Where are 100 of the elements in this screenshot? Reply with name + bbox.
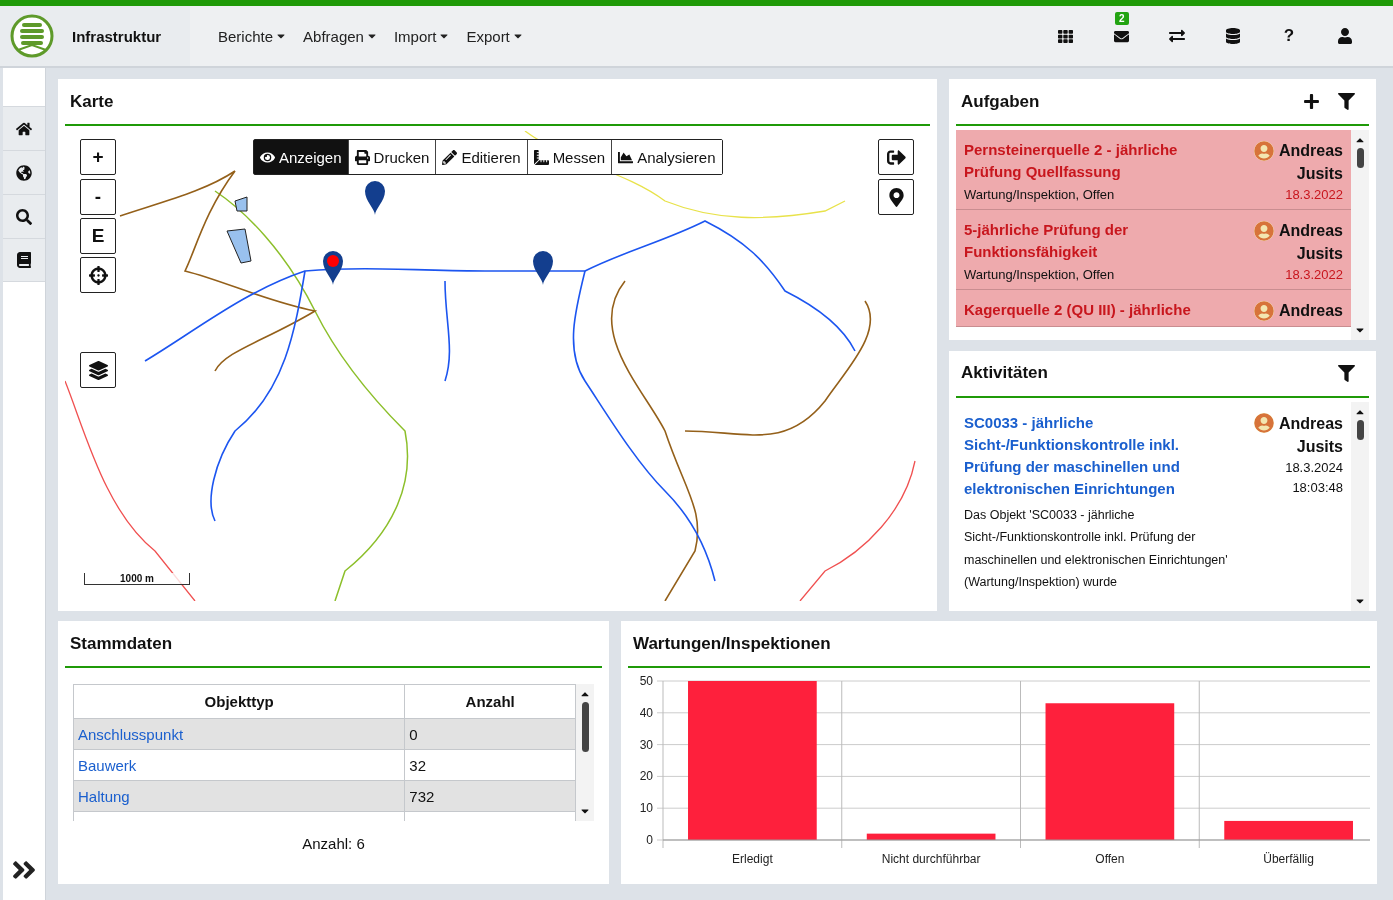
filter-icon — [1338, 93, 1355, 110]
axis-category-label: Überfällig — [1263, 852, 1314, 867]
task-date: 18.3.2022 — [1285, 186, 1343, 204]
activity-link[interactable]: SC0033 - jährliche Sicht-/Funktionskontrolle inkl. Prüfung der maschinellen und elektronischen Einrichtungen — [964, 411, 1237, 500]
menu-dropdown[interactable]: Import — [385, 27, 459, 45]
task-status: Wartung/Inspektion, Offen — [964, 267, 1116, 282]
user-name: Andreas — [1278, 221, 1343, 241]
map-tool-tab[interactable]: Anzeigen — [254, 140, 348, 174]
table-cell: 0 — [404, 718, 576, 750]
arrows-icon — [1169, 28, 1185, 44]
column-header[interactable]: Anzahl — [404, 684, 576, 719]
task-title: Pernsteinerquelle 2 - jährliche Prüfung Quellfassung — [964, 140, 1179, 182]
home-icon — [16, 120, 32, 137]
map-marker-icon[interactable] — [533, 251, 553, 285]
printer-icon — [354, 149, 370, 165]
avatar-icon — [1253, 413, 1274, 434]
menu-dropdown[interactable]: Abfragen — [295, 27, 386, 45]
user-name: Andreas — [1278, 413, 1343, 434]
axis-tick-label: 50 — [639, 674, 653, 689]
book-button[interactable] — [3, 238, 45, 282]
axis-tick-label: 10 — [639, 801, 653, 816]
card-title: Karte — [70, 91, 114, 112]
user-name: Jusits — [1296, 244, 1343, 264]
axis-tick-label: 30 — [639, 737, 653, 752]
globe-icon — [16, 164, 32, 181]
export-button[interactable] — [878, 139, 914, 175]
axis-tick-label: 20 — [639, 769, 653, 784]
add-marker-button[interactable] — [878, 179, 914, 215]
logo-icon — [10, 14, 54, 58]
map-marker-icon[interactable] — [365, 181, 385, 215]
search-icon — [16, 208, 32, 225]
area-chart-icon — [618, 149, 634, 165]
card-title: Stammdaten — [70, 633, 173, 654]
database-icon — [1225, 28, 1241, 44]
scroll-thumb[interactable] — [1356, 148, 1364, 168]
zoom-out-button[interactable]: - — [80, 179, 116, 215]
help-button[interactable]: ? — [1261, 16, 1317, 56]
activity-description: Das Objekt 'SC0033 - jährliche Sicht-/Funktionskontrolle inkl. Prüfung der maschinellen und elektronischen Einrichtungen' (Wartung/Inspektion) wurde — [964, 506, 1229, 592]
axis-category-label: Erledigt — [732, 852, 773, 867]
book-icon — [16, 252, 32, 268]
ruler-icon — [533, 149, 549, 165]
task-title: Kagerquelle 2 (QU III) - jährliche — [964, 300, 1192, 320]
task-title: 5-jährliche Prüfung der Funktionsfähigkeit — [964, 220, 1130, 262]
plus-icon — [1303, 93, 1320, 110]
grid-icon — [1057, 28, 1073, 44]
filter-icon — [1338, 364, 1355, 382]
axis-category-label: Nicht durchführbar — [881, 852, 981, 867]
locate-button[interactable] — [80, 257, 116, 293]
activity-date: 18.3.2024 — [1285, 458, 1343, 477]
layers-button[interactable] — [80, 352, 116, 388]
avatar-icon — [1253, 220, 1274, 241]
user-name: Jusits — [1296, 436, 1343, 457]
globe-button[interactable] — [3, 150, 45, 194]
search-button[interactable] — [3, 194, 45, 238]
envelope-icon — [1113, 28, 1129, 44]
map-area-shape[interactable] — [226, 228, 252, 264]
axis-category-label: Offen — [1095, 852, 1125, 867]
axis-tick-label: 0 — [646, 833, 653, 848]
menu-dropdown[interactable]: Berichte — [210, 27, 296, 45]
map-area-shape[interactable] — [234, 196, 248, 212]
axis-tick-label: 40 — [639, 706, 653, 721]
user-name: Andreas — [1278, 141, 1343, 161]
notification-count: 2 — [1115, 12, 1129, 25]
task-date: 18.3.2022 — [1285, 266, 1343, 284]
object-type-link[interactable]: Bauwerk — [78, 756, 137, 774]
table-cell: 32 — [404, 749, 576, 781]
card-title: Aufgaben — [961, 91, 1040, 112]
map-marker-icon[interactable] — [323, 251, 343, 285]
table-cell: 732 — [404, 780, 576, 812]
column-header[interactable]: Objekttyp — [73, 684, 405, 719]
zoom-in-button[interactable]: + — [80, 139, 116, 175]
total-count: Anzahl: 6 — [302, 835, 365, 853]
card-title: Aktivitäten — [961, 363, 1048, 384]
user-name: Andreas — [1278, 301, 1343, 321]
object-type-link[interactable]: Anschlusspunkt — [78, 725, 184, 743]
menu-dropdown[interactable]: Export — [458, 27, 532, 45]
extent-button[interactable]: E — [80, 218, 116, 254]
task-item[interactable]: 5-jährliche Prüfung der Funktionsfähigkeit Wartung/Inspektion, Offen Andreas Jusits 18.3.2022 — [956, 210, 1351, 290]
scrollbar[interactable] — [1351, 130, 1369, 340]
activity-time: 18:03:48 — [1292, 478, 1343, 497]
scale-bar: 1000 m — [84, 573, 190, 585]
scroll-thumb[interactable] — [581, 702, 589, 753]
avatar-icon — [1253, 140, 1274, 161]
scrollbar[interactable] — [1351, 401, 1369, 612]
task-status: Wartung/Inspektion, Offen — [964, 187, 1116, 202]
scroll-thumb[interactable] — [1356, 419, 1364, 440]
export-icon — [886, 147, 906, 167]
object-type-link[interactable]: Haltung — [78, 787, 130, 805]
layers-icon — [88, 360, 108, 380]
app-title: Infrastruktur — [72, 27, 162, 45]
pencil-icon — [442, 149, 458, 165]
task-item[interactable]: Kagerquelle 2 (QU III) - jährliche Andreas — [956, 290, 1351, 327]
user-name: Jusits — [1296, 164, 1343, 184]
card-title: Wartungen/Inspektionen — [633, 633, 831, 654]
home-button[interactable] — [3, 106, 45, 150]
map-tool-tab[interactable]: Analysieren — [611, 140, 722, 174]
scrollbar[interactable] — [576, 684, 594, 822]
user-icon — [1337, 28, 1353, 44]
task-item[interactable]: Pernsteinerquelle 2 - jährliche Prüfung Quellfassung Wartung/Inspektion, Offen Andreas Jusits 18.3.2022 — [956, 130, 1351, 210]
avatar-icon — [1253, 300, 1274, 321]
